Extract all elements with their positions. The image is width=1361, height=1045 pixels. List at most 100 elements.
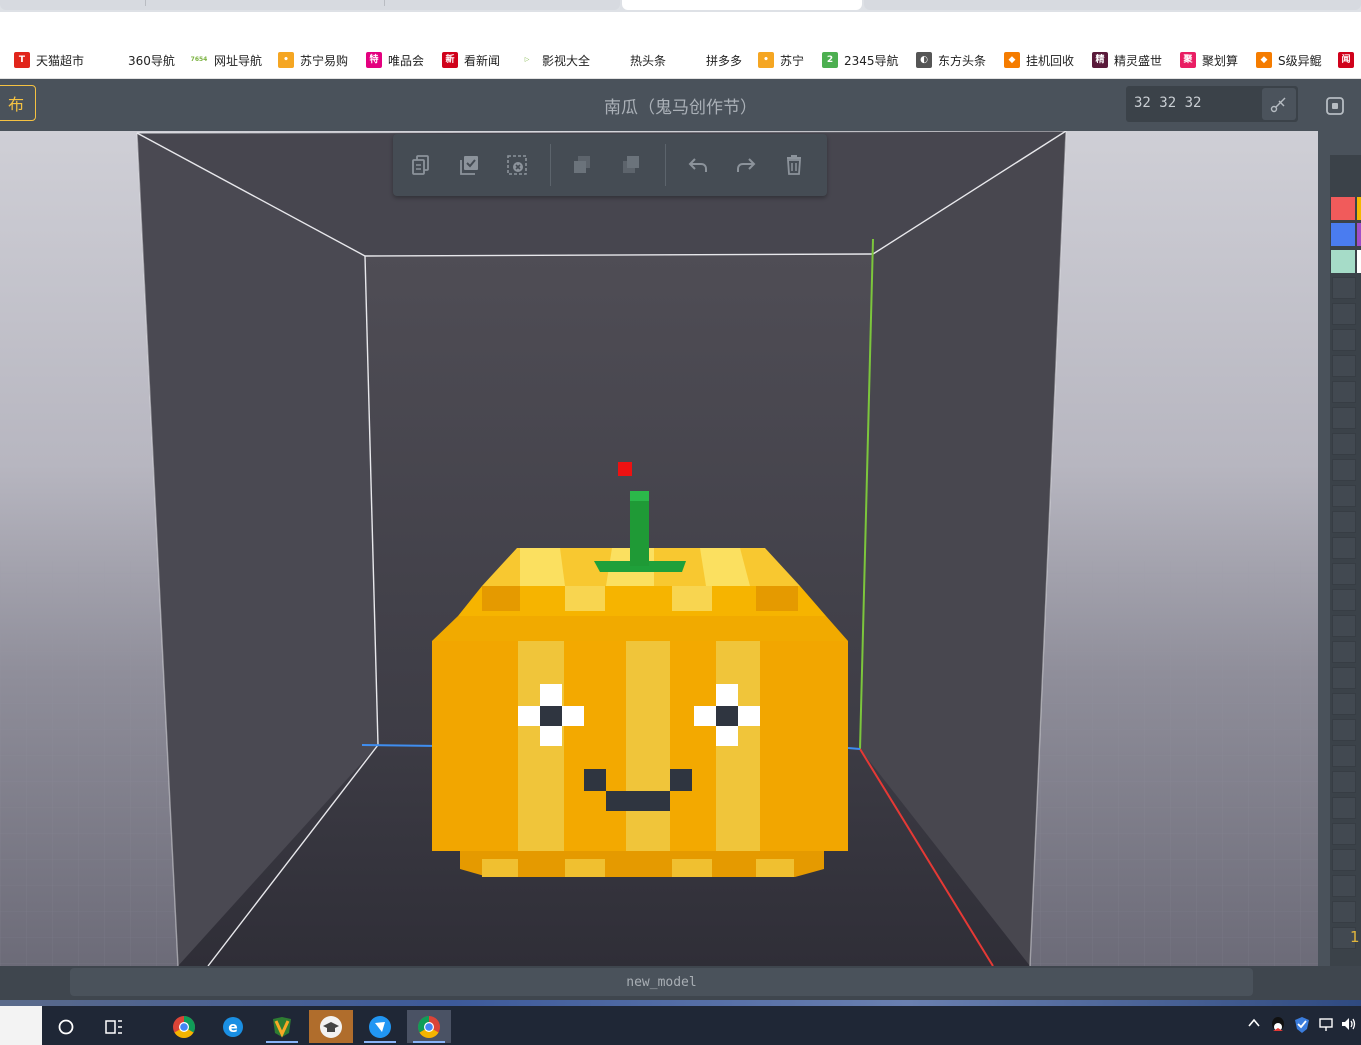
security-tray-icon[interactable]	[1294, 1016, 1310, 1038]
palette-empty-slot[interactable]	[1332, 589, 1356, 611]
bookmark-item[interactable]: ◐ 东方头条	[916, 51, 986, 69]
palette-empty-slot[interactable]	[1332, 511, 1356, 533]
palette-empty-slot[interactable]	[1332, 745, 1356, 767]
taskbar-chrome-active[interactable]	[407, 1010, 451, 1043]
model-name-field[interactable]: new_model	[70, 968, 1253, 996]
palette-empty-slot[interactable]	[1332, 719, 1356, 741]
task-view-icon	[105, 1019, 122, 1034]
bookmark-label: 看新闻	[464, 53, 501, 68]
palette-empty-slot[interactable]	[1332, 485, 1356, 507]
palette-swatch[interactable]	[1357, 250, 1361, 273]
palette-empty-slot[interactable]	[1332, 667, 1356, 689]
palette-swatch[interactable]	[1331, 223, 1355, 246]
3d-viewport[interactable]	[0, 131, 1318, 966]
browser-tab-active[interactable]	[622, 0, 862, 10]
news-icon: 新	[442, 52, 458, 68]
bookmark-item[interactable]: ◆ S级异鲲	[1256, 51, 1322, 69]
bookmark-item[interactable]: 2 2345导航	[822, 51, 899, 69]
bookmark-item[interactable]: 7654 网址导航	[190, 51, 262, 69]
bookmark-item[interactable]: ▷ 影视大全	[518, 51, 590, 69]
browser-tab[interactable]	[0, 0, 620, 10]
bookmark-label: 挂机回收	[1026, 53, 1075, 68]
game-icon: ◆	[1004, 52, 1020, 68]
bookmarks-bar: T 天猫超市 360导航 7654 网址导航 • 苏宁易购特唯品会新看新闻 ▷ 影视大全 热头条拼…	[0, 42, 1361, 79]
taskbar-feather-app[interactable]	[358, 1010, 402, 1043]
bookmark-label: 东方头条	[938, 53, 987, 68]
palette-empty-slot[interactable]	[1332, 849, 1356, 871]
select-all-button[interactable]	[454, 149, 486, 181]
bookmark-item[interactable]: 特唯品会	[366, 51, 424, 69]
deselect-button[interactable]	[501, 149, 533, 181]
tray-expand-icon[interactable]	[1247, 1016, 1261, 1034]
ungroup-icon	[623, 156, 639, 173]
feather-app-icon	[369, 1015, 391, 1038]
taskbar-edu-app[interactable]	[309, 1010, 353, 1043]
7654-icon: 7654	[190, 52, 208, 68]
palette-empty-slot[interactable]	[1332, 433, 1356, 455]
palette-empty-slot[interactable]	[1332, 329, 1356, 351]
palette-empty-slot[interactable]	[1332, 823, 1356, 845]
palette-swatch[interactable]	[1331, 250, 1355, 273]
bookmark-item[interactable]: 精精灵盛世	[1092, 51, 1162, 69]
palette-swatch[interactable]	[1357, 197, 1361, 220]
bookmark-item[interactable]: T 天猫超市	[14, 51, 84, 69]
volume-icon[interactable]	[1340, 1016, 1358, 1036]
taskbar-shield-app[interactable]	[260, 1010, 304, 1043]
palette-empty-slot[interactable]	[1332, 355, 1356, 377]
palette-tab-bar[interactable]	[1330, 131, 1361, 155]
save-button[interactable]	[1322, 93, 1348, 119]
palette-empty-slot[interactable]	[1332, 901, 1356, 923]
bookmark-label: 苏宁	[780, 53, 805, 68]
bookmark-item[interactable]: 拼多多	[706, 51, 742, 69]
taskbar-chrome[interactable]	[162, 1010, 206, 1043]
palette-empty-slot[interactable]	[1332, 797, 1356, 819]
palette-empty-slot[interactable]	[1332, 615, 1356, 637]
redo-button[interactable]	[730, 149, 762, 181]
search-button[interactable]	[44, 1010, 88, 1043]
palette-empty-slot[interactable]	[1332, 875, 1356, 897]
kun-icon: ◆	[1256, 52, 1272, 68]
browser-tab[interactable]	[864, 0, 1361, 10]
bookmark-item[interactable]: • 苏宁易购	[278, 51, 348, 69]
windows-taskbar: e	[0, 1006, 1361, 1045]
bookmark-item[interactable]: ◆ 挂机回收	[1004, 51, 1074, 69]
cursor-marker	[618, 462, 632, 476]
bookmark-item[interactable]: • 苏宁	[758, 51, 804, 69]
grid-size-field[interactable]: 32 32 32	[1126, 86, 1298, 122]
group-button[interactable]	[566, 149, 598, 181]
network-icon[interactable]	[1318, 1016, 1334, 1036]
bookmark-item[interactable]: 闻	[1338, 51, 1360, 69]
palette-empty-slot[interactable]	[1332, 303, 1356, 325]
palette-empty-slot[interactable]	[1332, 537, 1356, 559]
palette-empty-slot[interactable]	[1332, 459, 1356, 481]
ungroup-button[interactable]	[615, 149, 647, 181]
voxel-scene[interactable]	[0, 131, 1318, 966]
palette-empty-slot[interactable]	[1332, 407, 1356, 429]
bookmark-label: 拼多多	[706, 53, 743, 68]
crop-size-button[interactable]	[1262, 88, 1296, 120]
bookmark-item[interactable]: 新看新闻	[442, 51, 500, 69]
palette-empty-slot[interactable]	[1332, 771, 1356, 793]
palette-empty-slot[interactable]	[1332, 693, 1356, 715]
scissors-icon	[1270, 97, 1286, 113]
toolbar-separator	[550, 144, 551, 186]
start-area[interactable]	[0, 1006, 42, 1045]
palette-empty-slot[interactable]	[1332, 381, 1356, 403]
palette-swatch[interactable]	[1331, 197, 1355, 220]
bookmark-item[interactable]: 热头条	[630, 51, 666, 69]
select-all-icon	[460, 156, 478, 175]
qq-icon[interactable]	[1270, 1016, 1286, 1038]
edu-app-icon	[320, 1015, 342, 1038]
color-palette-panel	[1318, 131, 1361, 966]
copy-button[interactable]	[405, 149, 437, 181]
taskbar-ie[interactable]: e	[211, 1010, 255, 1043]
palette-empty-slot[interactable]	[1332, 563, 1356, 585]
palette-empty-slot[interactable]	[1332, 277, 1356, 299]
undo-button[interactable]	[682, 149, 714, 181]
task-view-button[interactable]	[92, 1010, 136, 1043]
delete-button[interactable]	[778, 149, 810, 181]
palette-empty-slot[interactable]	[1332, 641, 1356, 663]
bookmark-item[interactable]: 聚聚划算	[1180, 51, 1238, 69]
palette-swatch[interactable]	[1357, 223, 1361, 246]
bookmark-item[interactable]: 360导航	[128, 51, 175, 69]
